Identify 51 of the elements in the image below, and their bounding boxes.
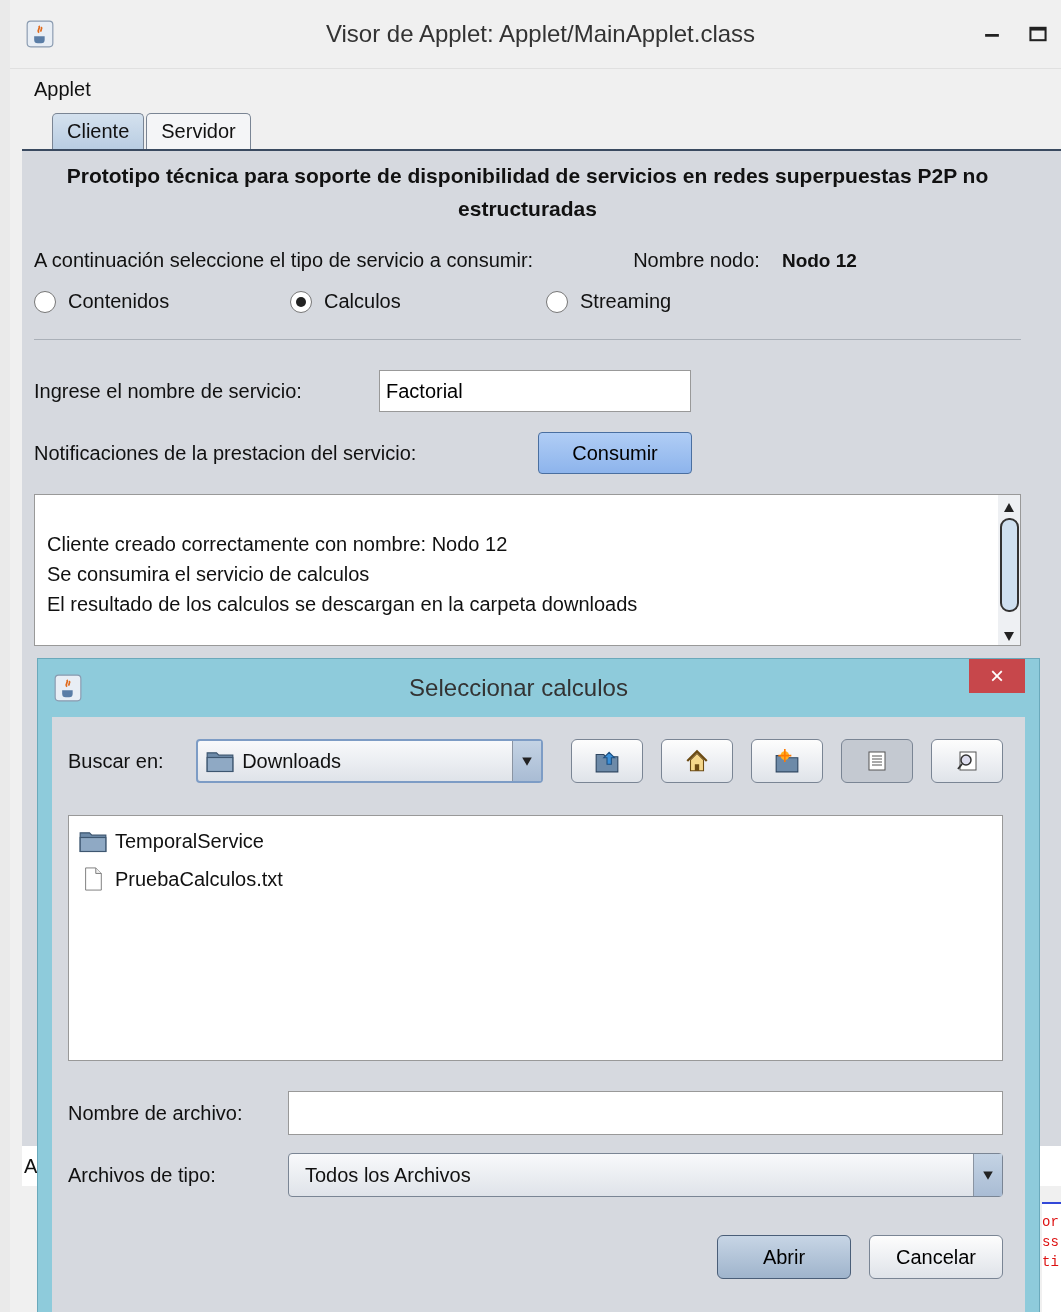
- status-text: A: [24, 1154, 38, 1178]
- file-type-label: Archivos de tipo:: [68, 1163, 217, 1187]
- console-text: ti: [1042, 1254, 1060, 1270]
- service-name-field[interactable]: Factorial: [379, 370, 691, 412]
- list-icon: [865, 749, 889, 773]
- instruction-label: A continuación seleccione el tipo de servicio a consumir:: [34, 249, 534, 272]
- radio-option[interactable]: Contenidos: [34, 290, 290, 313]
- look-in-label: Buscar en:: [68, 749, 165, 773]
- cancel-button[interactable]: Cancelar: [869, 1235, 1003, 1279]
- file-name-label: Nombre de archivo:: [68, 1101, 244, 1125]
- java-cup-icon: [26, 20, 54, 48]
- open-button[interactable]: Abrir: [717, 1235, 851, 1279]
- radio-button[interactable]: [546, 290, 568, 313]
- console-text: or: [1042, 1214, 1060, 1230]
- radio-option[interactable]: Streaming: [546, 290, 802, 313]
- file-name-field[interactable]: [288, 1091, 1003, 1135]
- close-button[interactable]: ×: [969, 659, 1025, 693]
- look-in-dropdown[interactable]: Downloads: [196, 739, 543, 783]
- node-label: Nombre nodo:: [633, 249, 760, 272]
- menu-item[interactable]: Applet: [34, 77, 91, 101]
- radio-option[interactable]: Calculos: [290, 290, 546, 313]
- list-view-button[interactable]: [841, 739, 913, 783]
- radio-button[interactable]: [290, 290, 312, 313]
- tab[interactable]: Cliente: [52, 113, 145, 149]
- dialog-title: Seleccionar calculos: [408, 674, 629, 702]
- node-name: Nodo 12: [781, 249, 857, 272]
- radio-button[interactable]: [34, 290, 56, 313]
- log-line: Se consumira el servicio de calculos: [47, 562, 371, 587]
- java-cup-icon: [54, 674, 82, 702]
- file-type-dropdown[interactable]: Todos los Archivos: [288, 1153, 1003, 1197]
- console-text: ss: [1042, 1234, 1060, 1250]
- up-folder-button[interactable]: [571, 739, 643, 783]
- log-line: El resultado de los calculos se descargan en la carpeta downloads: [47, 592, 639, 617]
- file-item[interactable]: TemporalService: [79, 822, 992, 860]
- scrollbar[interactable]: [998, 495, 1020, 645]
- new-folder-icon: [774, 748, 800, 774]
- log-line: Cliente creado correctamente con nombre: Nodo 12: [47, 532, 509, 557]
- notifications-label: Notificaciones de la prestacion del servicio:: [34, 441, 418, 465]
- details-view-button[interactable]: [931, 739, 1003, 783]
- magnifier-icon: [955, 749, 979, 773]
- window-title: Visor de Applet: Applet/MainApplet.class: [324, 20, 757, 48]
- home-button[interactable]: [661, 739, 733, 783]
- service-name-label: Ingrese el nombre de servicio:: [34, 379, 303, 403]
- folder-icon: [79, 829, 107, 853]
- home-icon: [684, 748, 710, 774]
- file-item[interactable]: PruebaCalculos.txt: [79, 860, 992, 898]
- consume-button[interactable]: Consumir: [538, 432, 692, 474]
- folder-icon: [206, 749, 235, 773]
- heading: Prototipo técnica para soporte de disponibilidad de servicios en redes superpuestas P2P no estructuradas: [65, 163, 990, 222]
- new-folder-button[interactable]: [751, 739, 823, 783]
- tab[interactable]: Servidor: [146, 113, 251, 149]
